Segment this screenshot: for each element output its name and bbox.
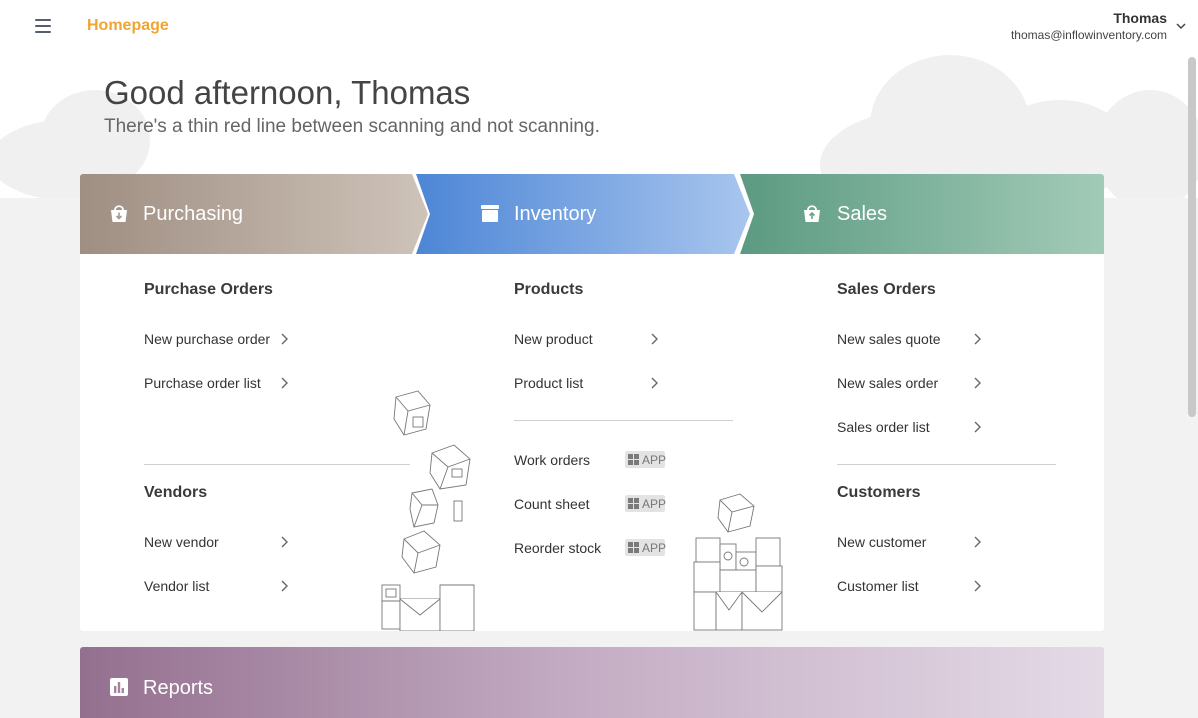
link-label: New customer [837, 534, 927, 550]
divider [837, 464, 1056, 465]
tagline: There's a thin red line between scanning… [104, 116, 600, 137]
link-label: Purchase order list [144, 375, 261, 391]
sales-title: Sales [837, 203, 888, 225]
inventory-title: Inventory [514, 203, 597, 225]
link-label: Count sheet [514, 496, 590, 512]
new-sales-quote-link[interactable]: New sales quote [837, 329, 977, 349]
products-heading: Products [514, 281, 584, 298]
chevron-right-icon[interactable] [279, 332, 289, 346]
link-label: New vendor [144, 534, 219, 550]
link-label: New sales quote [837, 331, 941, 347]
basket-down-icon [111, 205, 127, 222]
sales-order-list-link[interactable]: Sales order list [837, 417, 977, 437]
link-label: Sales order list [837, 419, 930, 435]
chevron-right-icon[interactable] [972, 332, 982, 346]
chevron-right-icon[interactable] [649, 376, 659, 390]
purchasing-title: Purchasing [143, 203, 244, 225]
scrollbar[interactable] [1188, 57, 1196, 417]
user-name: Thomas [1113, 10, 1167, 26]
link-label: Reorder stock [514, 540, 602, 556]
chevron-right-icon[interactable] [972, 376, 982, 390]
divider [144, 464, 410, 465]
reports-band[interactable]: Reports [80, 647, 1104, 718]
sales-orders-heading: Sales Orders [837, 281, 936, 298]
link-label: Product list [514, 375, 584, 391]
user-menu[interactable]: Thomas thomas@inflowinventory.com [1011, 10, 1167, 42]
chevron-right-icon[interactable] [279, 579, 289, 593]
link-label: New product [514, 331, 593, 347]
vendors-heading: Vendors [144, 484, 208, 501]
top-bar: Homepage Thomas thomas@inflowinventory.c… [0, 0, 1198, 54]
purchase-orders-heading: Purchase Orders [144, 281, 273, 298]
chevron-right-icon[interactable] [279, 535, 289, 549]
reports-title: Reports [143, 677, 214, 699]
new-product-link[interactable]: New product [514, 329, 654, 349]
work-orders-link[interactable]: Work orders [514, 450, 624, 470]
windows-icon [628, 454, 639, 465]
chevron-right-icon[interactable] [972, 535, 982, 549]
page-label: Homepage [87, 17, 169, 34]
product-list-link[interactable]: Product list [514, 373, 654, 393]
customers-heading: Customers [837, 484, 921, 501]
link-label: Customer list [837, 578, 919, 594]
new-customer-link[interactable]: New customer [837, 532, 977, 552]
link-label: Vendor list [144, 578, 210, 594]
windows-icon [628, 542, 639, 553]
chevron-right-icon[interactable] [972, 420, 982, 434]
stacked-boxes-illustration [693, 493, 783, 631]
new-sales-order-link[interactable]: New sales order [837, 373, 977, 393]
app-badge: APP [625, 451, 666, 468]
greeting: Good afternoon, Thomas [104, 74, 471, 111]
basket-up-icon [804, 205, 820, 222]
chevron-right-icon[interactable] [972, 579, 982, 593]
count-sheet-link[interactable]: Count sheet [514, 494, 624, 514]
chevron-right-icon[interactable] [649, 332, 659, 346]
windows-icon [628, 498, 639, 509]
chevron-down-icon[interactable] [1174, 19, 1188, 33]
customer-list-link[interactable]: Customer list [837, 576, 977, 596]
falling-boxes-illustration [381, 390, 475, 631]
divider [514, 420, 733, 421]
link-label: New purchase order [144, 331, 271, 347]
sales-band[interactable]: Sales [740, 174, 1104, 254]
inventory-band[interactable]: Inventory [416, 174, 750, 254]
box-icon [481, 205, 499, 222]
purchasing-band[interactable]: Purchasing [80, 174, 428, 254]
new-purchase-order-link[interactable]: New purchase order [144, 329, 294, 349]
new-vendor-link[interactable]: New vendor [144, 532, 294, 552]
purchase-order-list-link[interactable]: Purchase order list [144, 373, 294, 393]
chevron-right-icon[interactable] [279, 376, 289, 390]
user-email: thomas@inflowinventory.com [1010, 28, 1167, 42]
bar-chart-icon [110, 678, 128, 696]
app-badge: APP [625, 539, 666, 556]
link-label: New sales order [837, 375, 939, 391]
app-badge: APP [625, 495, 666, 512]
workflow-card: Purchasing Inventory Sales Purchase Orde… [80, 174, 1104, 631]
reorder-stock-link[interactable]: Reorder stock [514, 538, 624, 558]
vendor-list-link[interactable]: Vendor list [144, 576, 294, 596]
link-label: Work orders [514, 452, 590, 468]
hamburger-menu-icon[interactable] [30, 14, 56, 38]
